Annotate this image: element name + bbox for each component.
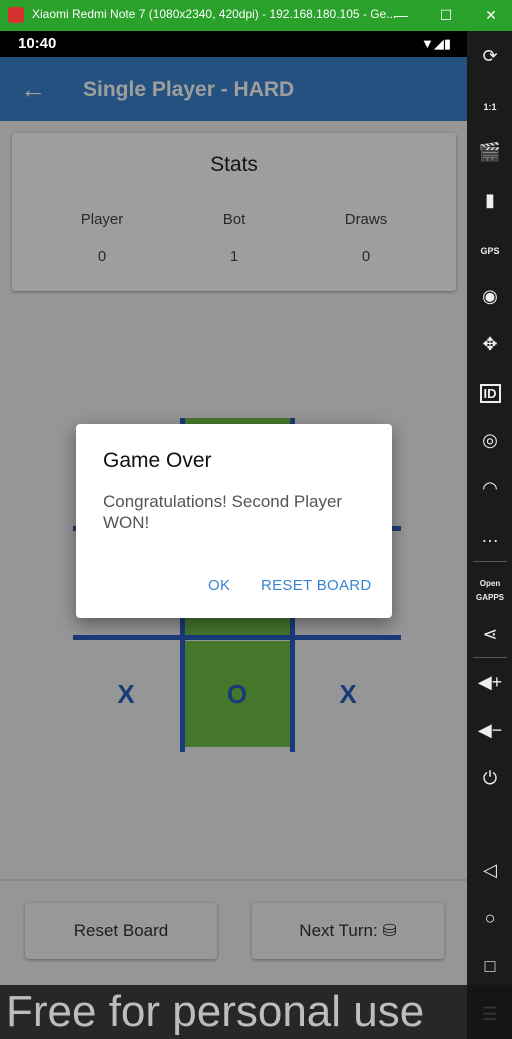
toolbar-separator [473, 561, 507, 562]
dialog-title: Game Over [103, 449, 212, 472]
window-title: Xiaomi Redmi Note 7 (1080x2340, 420dpi) … [32, 7, 397, 21]
gps-icon[interactable]: GPS [480, 246, 499, 256]
open-gapps-icon[interactable]: Open GAPPS [476, 579, 504, 602]
toolbar-separator [473, 657, 507, 658]
volume-down-icon[interactable]: ◀− [473, 713, 507, 747]
pixel-perfect-icon[interactable]: 1:1 [483, 102, 496, 112]
share-icon[interactable]: ⋖ [473, 617, 507, 651]
status-time: 10:40 [18, 35, 57, 52]
window-titlebar: Xiaomi Redmi Note 7 (1080x2340, 420dpi) … [0, 0, 512, 31]
rotate-icon[interactable]: ⟳ [473, 39, 507, 73]
network-icon[interactable]: ◠ [473, 471, 507, 505]
battery-icon[interactable]: ▮ [473, 183, 507, 217]
dialog-reset-board-button[interactable]: RESET BOARD [261, 577, 372, 594]
device-id-icon[interactable]: ID [479, 384, 501, 403]
volume-up-icon[interactable]: ◀+ [473, 665, 507, 699]
status-icons: ▼◢▮ [420, 36, 451, 51]
dpad-icon[interactable]: ✥ [473, 327, 507, 361]
watermark-banner: Free for personal use [0, 985, 512, 1039]
emulator-toolbar: ⟳ 1:1 🎬 ▮ GPS ◉ ✥ ID ◎ ◠ … Open GAPPS ⋖ … [467, 31, 512, 1039]
nav-back-icon[interactable]: ◁ [473, 853, 507, 887]
close-button[interactable]: ✕ [476, 4, 506, 26]
nav-recents-icon[interactable]: □ [473, 949, 507, 983]
nav-home-icon[interactable]: ○ [473, 901, 507, 935]
dialog-ok-button[interactable]: OK [208, 577, 230, 594]
game-over-dialog: Game Over Congratulations! Second Player… [76, 424, 392, 618]
status-bar: 10:40 ▼◢▮ [0, 31, 467, 57]
minimize-button[interactable]: — [386, 4, 416, 26]
screen-capture-icon[interactable]: 🎬 [473, 135, 507, 169]
genymotion-app-icon [8, 7, 24, 23]
sms-icon[interactable]: … [473, 519, 507, 553]
device-screen: 10:40 ▼◢▮ ← Single Player - HARD Stats P… [0, 31, 467, 1039]
maximize-button[interactable]: ☐ [431, 4, 461, 26]
power-icon[interactable]: ⏻ [473, 761, 507, 795]
dialog-message: Congratulations! Second Player WON! [103, 492, 343, 532]
disk-io-icon[interactable]: ◎ [473, 423, 507, 457]
webcam-icon[interactable]: ◉ [473, 279, 507, 313]
